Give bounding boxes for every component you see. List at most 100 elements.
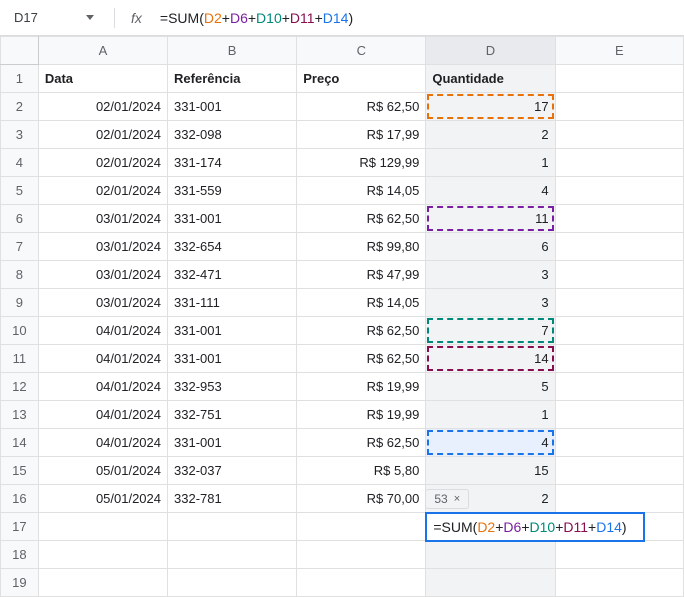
cell-C10[interactable]: R$ 62,50 (297, 317, 426, 345)
cell-C19[interactable] (297, 569, 426, 597)
cell-B16[interactable]: 332-781 (168, 485, 297, 513)
cell-D6[interactable]: 11 (426, 205, 555, 233)
cell-C18[interactable] (297, 541, 426, 569)
cell-B19[interactable] (168, 569, 297, 597)
cell-C12[interactable]: R$ 19,99 (297, 373, 426, 401)
col-header-b[interactable]: B (168, 37, 297, 65)
cell-E5[interactable] (555, 177, 683, 205)
cell-E9[interactable] (555, 289, 683, 317)
cell-A3[interactable]: 02/01/2024 (38, 121, 167, 149)
row-header-19[interactable]: 19 (1, 569, 39, 597)
row-header-7[interactable]: 7 (1, 233, 39, 261)
row-header-9[interactable]: 9 (1, 289, 39, 317)
cell-D3[interactable]: 2 (426, 121, 555, 149)
row-header-11[interactable]: 11 (1, 345, 39, 373)
cell-E1[interactable] (555, 65, 683, 93)
row-header-17[interactable]: 17 (1, 513, 39, 541)
cell-A12[interactable]: 04/01/2024 (38, 373, 167, 401)
cell-E10[interactable] (555, 317, 683, 345)
row-header-18[interactable]: 18 (1, 541, 39, 569)
cell-D8[interactable]: 3 (426, 261, 555, 289)
cell-E6[interactable] (555, 205, 683, 233)
cell-B12[interactable]: 332-953 (168, 373, 297, 401)
formula-input[interactable]: =SUM(D2+D6+D10+D11+D14) (158, 8, 355, 28)
cell-A5[interactable]: 02/01/2024 (38, 177, 167, 205)
cell-B4[interactable]: 331-174 (168, 149, 297, 177)
cell-C9[interactable]: R$ 14,05 (297, 289, 426, 317)
cell-B14[interactable]: 331-001 (168, 429, 297, 457)
cell-D15[interactable]: 15 (426, 457, 555, 485)
cell-B15[interactable]: 332-037 (168, 457, 297, 485)
row-header-1[interactable]: 1 (1, 65, 39, 93)
cell-B18[interactable] (168, 541, 297, 569)
cell-A7[interactable]: 03/01/2024 (38, 233, 167, 261)
row-header-8[interactable]: 8 (1, 261, 39, 289)
row-header-4[interactable]: 4 (1, 149, 39, 177)
cell-D11[interactable]: 14 (426, 345, 555, 373)
select-all-corner[interactable] (1, 37, 39, 65)
row-header-2[interactable]: 2 (1, 93, 39, 121)
cell-E11[interactable] (555, 345, 683, 373)
cell-D14[interactable]: 4 (426, 429, 555, 457)
cell-A10[interactable]: 04/01/2024 (38, 317, 167, 345)
cell-D7[interactable]: 6 (426, 233, 555, 261)
cell-E7[interactable] (555, 233, 683, 261)
row-header-6[interactable]: 6 (1, 205, 39, 233)
cell-A2[interactable]: 02/01/2024 (38, 93, 167, 121)
cell-B10[interactable]: 331-001 (168, 317, 297, 345)
cell-D5[interactable]: 4 (426, 177, 555, 205)
cell-C13[interactable]: R$ 19,99 (297, 401, 426, 429)
cell-E2[interactable] (555, 93, 683, 121)
chevron-down-icon[interactable] (86, 15, 94, 20)
row-header-14[interactable]: 14 (1, 429, 39, 457)
name-box[interactable]: D17 (8, 6, 78, 29)
row-header-10[interactable]: 10 (1, 317, 39, 345)
cell-D1[interactable]: Quantidade (426, 65, 555, 93)
cell-A11[interactable]: 04/01/2024 (38, 345, 167, 373)
cell-editor[interactable]: =SUM(D2+D6+D10+D11+D14) (425, 512, 645, 542)
cell-B5[interactable]: 331-559 (168, 177, 297, 205)
col-header-a[interactable]: A (38, 37, 167, 65)
cell-C16[interactable]: R$ 70,00 (297, 485, 426, 513)
cell-B1[interactable]: Referência (168, 65, 297, 93)
row-header-16[interactable]: 16 (1, 485, 39, 513)
cell-D12[interactable]: 5 (426, 373, 555, 401)
cell-C14[interactable]: R$ 62,50 (297, 429, 426, 457)
cell-C7[interactable]: R$ 99,80 (297, 233, 426, 261)
cell-A17[interactable] (38, 513, 167, 541)
cell-B3[interactable]: 332-098 (168, 121, 297, 149)
cell-A16[interactable]: 05/01/2024 (38, 485, 167, 513)
cell-E19[interactable] (555, 569, 683, 597)
cell-A1[interactable]: Data (38, 65, 167, 93)
cell-C8[interactable]: R$ 47,99 (297, 261, 426, 289)
cell-C6[interactable]: R$ 62,50 (297, 205, 426, 233)
active-cell-d17[interactable]: 53×=SUM(D2+D6+D10+D11+D14) (426, 513, 555, 541)
row-header-13[interactable]: 13 (1, 401, 39, 429)
row-header-12[interactable]: 12 (1, 373, 39, 401)
cell-B6[interactable]: 331-001 (168, 205, 297, 233)
col-header-e[interactable]: E (555, 37, 683, 65)
cell-E3[interactable] (555, 121, 683, 149)
cell-D10[interactable]: 7 (426, 317, 555, 345)
cell-E8[interactable] (555, 261, 683, 289)
cell-E4[interactable] (555, 149, 683, 177)
cell-A15[interactable]: 05/01/2024 (38, 457, 167, 485)
cell-B11[interactable]: 331-001 (168, 345, 297, 373)
col-header-c[interactable]: C (297, 37, 426, 65)
cell-E14[interactable] (555, 429, 683, 457)
row-header-3[interactable]: 3 (1, 121, 39, 149)
cell-C1[interactable]: Preço (297, 65, 426, 93)
cell-D18[interactable] (426, 541, 555, 569)
cell-E12[interactable] (555, 373, 683, 401)
row-header-5[interactable]: 5 (1, 177, 39, 205)
cell-A14[interactable]: 04/01/2024 (38, 429, 167, 457)
cell-B8[interactable]: 332-471 (168, 261, 297, 289)
spreadsheet-grid[interactable]: ABCDE 1DataReferênciaPreçoQuantidade202/… (0, 36, 684, 597)
cell-D9[interactable]: 3 (426, 289, 555, 317)
cell-A9[interactable]: 03/01/2024 (38, 289, 167, 317)
cell-B9[interactable]: 331-111 (168, 289, 297, 317)
cell-D19[interactable] (426, 569, 555, 597)
cell-B13[interactable]: 332-751 (168, 401, 297, 429)
cell-A8[interactable]: 03/01/2024 (38, 261, 167, 289)
cell-B7[interactable]: 332-654 (168, 233, 297, 261)
